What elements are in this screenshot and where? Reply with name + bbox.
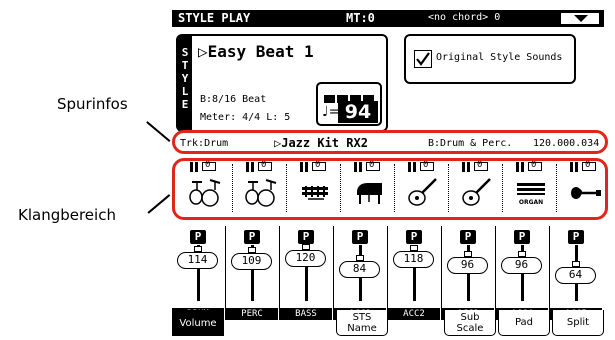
track-info-highlight	[172, 130, 608, 154]
chord-display: <no chord> 0	[428, 12, 501, 23]
volume-fader[interactable]: 96	[447, 257, 488, 275]
tab-pad[interactable]: Pad	[498, 310, 550, 336]
chevron-down-icon	[574, 15, 588, 22]
master-transpose: MT:0	[346, 11, 375, 25]
sound-area-highlight	[172, 158, 608, 220]
mixer-channel-acc5[interactable]: P64ACC5	[550, 226, 604, 320]
mixer-channel-acc4[interactable]: P96ACC4	[496, 226, 550, 320]
play-mute-button[interactable]: P	[190, 230, 206, 244]
volume-fader[interactable]: 118	[393, 250, 434, 268]
play-mute-button[interactable]: P	[460, 230, 476, 244]
play-mute-button[interactable]: P	[406, 230, 422, 244]
callout-sound-area: Klangbereich	[18, 206, 116, 224]
beat-indicator	[324, 88, 376, 103]
leader-line-track-info	[146, 121, 171, 142]
mixer: P114DRUMP109PERCP120BASSP84ACC1P118ACC2P…	[172, 226, 604, 320]
page-menu-button[interactable]	[560, 12, 600, 25]
style-meter: Meter: 4/4 L: 5	[200, 112, 291, 123]
fader-knob-cap	[410, 244, 418, 251]
volume-fader[interactable]: 120	[285, 250, 326, 268]
mixer-channel-acc1[interactable]: P84ACC1	[334, 226, 388, 320]
original-style-sounds-label: Original Style Sounds	[436, 52, 563, 63]
tempo-display[interactable]: ♩= 94	[316, 82, 382, 126]
style-letter: Y	[181, 72, 189, 85]
play-mute-button[interactable]: P	[244, 230, 260, 244]
title-bar: STYLE PLAY MT:0 <no chord> 0	[172, 10, 604, 27]
checkmark-icon	[416, 52, 430, 66]
style-letter: E	[181, 98, 189, 111]
original-style-sounds-checkbox[interactable]	[414, 50, 432, 68]
play-mute-button[interactable]: P	[568, 230, 584, 244]
volume-fader[interactable]: 64	[555, 266, 596, 284]
play-mute-button[interactable]: P	[514, 230, 530, 244]
style-vertical-label: S T Y L E	[178, 36, 192, 130]
leader-line-sound-area	[147, 194, 170, 214]
tab-bar: Volume STS Name Sub Scale Pad Split	[172, 310, 604, 336]
fader-knob-cap	[194, 245, 202, 252]
style-name: ▷Easy Beat 1	[198, 42, 314, 61]
tab-split[interactable]: Split	[552, 310, 604, 336]
mixer-channel-perc[interactable]: P 109 PERC	[226, 226, 280, 320]
mixer-channel-acc3[interactable]: P96ACC3	[442, 226, 496, 320]
callout-track-info: Spurinfos	[57, 95, 128, 113]
play-mute-button[interactable]: P	[352, 230, 368, 244]
tab-sub-scale[interactable]: Sub Scale	[444, 310, 496, 336]
style-letter: L	[181, 85, 189, 98]
mixer-channel-bass[interactable]: P 120 BASS	[280, 226, 334, 320]
play-mute-button[interactable]: P	[298, 230, 314, 244]
tab-volume[interactable]: Volume	[172, 310, 224, 336]
fader-knob-cap	[572, 260, 580, 267]
tab-sts-name[interactable]: STS Name	[336, 310, 388, 336]
original-style-sounds-panel: Original Style Sounds	[404, 34, 576, 84]
fader-knob-cap	[356, 254, 364, 261]
style-letter: T	[181, 59, 189, 72]
volume-fader[interactable]: 96	[501, 257, 542, 275]
style-panel[interactable]: S T Y L E ▷Easy Beat 1 B:8/16 Beat Meter…	[176, 34, 388, 132]
mixer-channel-drum[interactable]: P114DRUM	[172, 226, 226, 320]
mixer-channel-acc2[interactable]: P 118 ACC2	[388, 226, 442, 320]
volume-fader[interactable]: 84	[339, 260, 380, 278]
page-title: STYLE PLAY	[178, 11, 251, 25]
tempo-value: 94	[338, 101, 378, 123]
style-bank: B:8/16 Beat	[200, 94, 267, 105]
volume-fader[interactable]: 109	[231, 253, 272, 271]
style-letter: S	[181, 46, 189, 59]
volume-fader[interactable]: 114	[177, 251, 218, 269]
